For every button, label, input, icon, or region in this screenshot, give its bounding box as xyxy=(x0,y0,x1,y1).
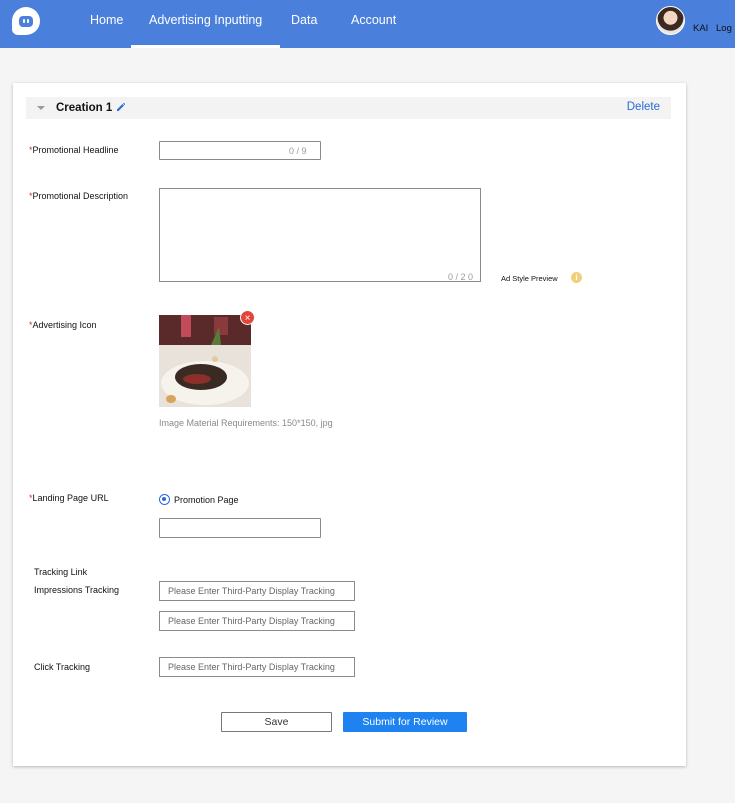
nav-home[interactable]: Home xyxy=(90,0,123,48)
ad-style-preview-label[interactable]: Ad Style Preview xyxy=(501,274,558,283)
user-avatar[interactable] xyxy=(656,6,685,35)
headline-char-counter: 0 / 9 xyxy=(289,146,307,156)
impressions-tracking-label: Impressions Tracking xyxy=(34,585,120,595)
chat-bubble-icon xyxy=(19,15,33,27)
description-label: *Promotional Description xyxy=(29,191,128,201)
creation-header: Creation 1 Delete xyxy=(26,97,671,119)
headline-label-text: Promotional Headline xyxy=(32,145,119,155)
info-icon[interactable]: i xyxy=(571,272,582,283)
click-tracking-label: Click Tracking xyxy=(34,662,91,672)
landing-page-url-input[interactable] xyxy=(159,518,321,538)
uploaded-ad-image[interactable] xyxy=(159,315,251,407)
creation-title: Creation 1 xyxy=(56,102,113,114)
creation-card: Creation 1 Delete *Promotional Headline … xyxy=(13,83,686,766)
pencil-edit-icon[interactable] xyxy=(116,102,126,112)
click-tracking-input[interactable] xyxy=(159,657,355,677)
user-name: KAI xyxy=(693,23,709,34)
advertising-icon-label-text: Advertising Icon xyxy=(32,320,97,330)
top-navigation-bar: Home Advertising Inputting Data Account … xyxy=(0,0,735,48)
nav-account[interactable]: Account xyxy=(351,0,396,48)
collapse-caret-icon[interactable] xyxy=(37,106,45,110)
logout-link[interactable]: Log xyxy=(716,23,732,34)
delete-creation-link[interactable]: Delete xyxy=(627,101,660,113)
app-logo[interactable] xyxy=(12,7,40,35)
description-label-text: Promotional Description xyxy=(32,191,129,201)
nav-advertising-inputting[interactable]: Advertising Inputting xyxy=(130,0,281,48)
submit-for-review-button[interactable]: Submit for Review xyxy=(343,712,467,732)
promotion-page-radio[interactable] xyxy=(159,494,170,505)
impressions-tracking-input-2[interactable] xyxy=(159,611,355,631)
steak-photo xyxy=(159,315,251,407)
description-textarea[interactable] xyxy=(159,188,481,282)
save-button[interactable]: Save xyxy=(221,712,332,732)
description-char-counter: 0 / 2 0 xyxy=(448,272,474,282)
landing-page-label-text: Landing Page URL xyxy=(32,493,109,503)
remove-image-icon[interactable]: × xyxy=(240,310,255,325)
nav-data[interactable]: Data xyxy=(291,0,317,48)
advertising-icon-label: *Advertising Icon xyxy=(29,320,97,330)
headline-label: *Promotional Headline xyxy=(29,145,119,155)
landing-page-label: *Landing Page URL xyxy=(29,493,109,503)
image-requirements-hint: Image Material Requirements: 150*150, jp… xyxy=(159,418,333,428)
promotion-page-radio-label[interactable]: Promotion Page xyxy=(174,495,239,505)
tracking-link-label: Tracking Link xyxy=(34,567,88,577)
impressions-tracking-input-1[interactable] xyxy=(159,581,355,601)
